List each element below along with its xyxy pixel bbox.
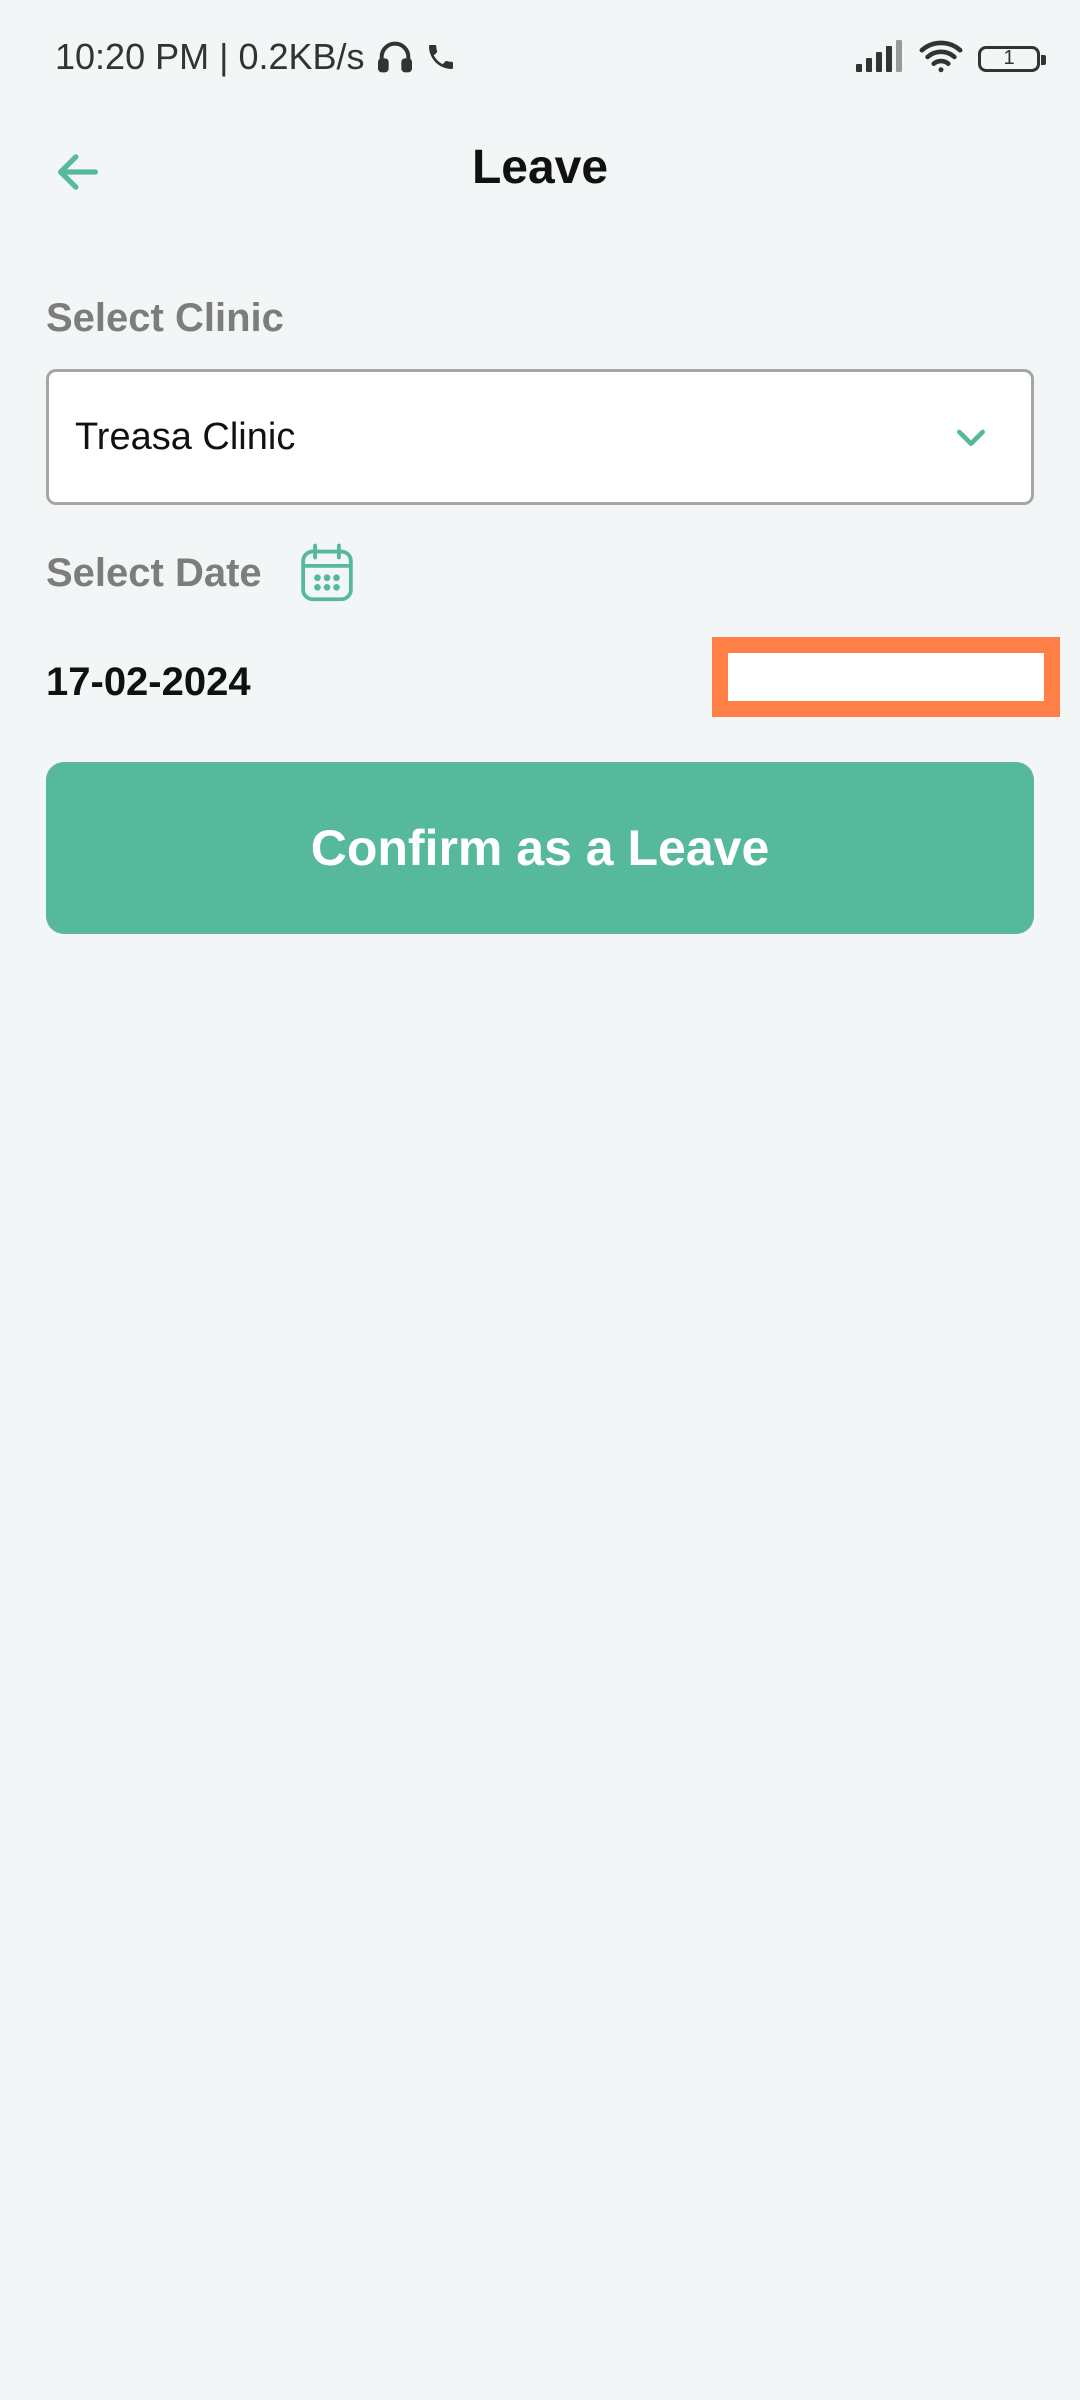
battery-icon: 1 xyxy=(978,45,1046,72)
headset-icon xyxy=(375,37,415,77)
clinic-selected-value: Treasa Clinic xyxy=(75,415,296,458)
status-time-speed: 10:20 PM | 0.2KB/s xyxy=(55,36,365,77)
status-bar: 10:20 PM | 0.2KB/s 1 xyxy=(0,0,1080,120)
select-clinic-label: Select Clinic xyxy=(46,296,284,340)
select-date-label: Select Date xyxy=(46,550,262,595)
clinic-dropdown[interactable]: Treasa Clinic xyxy=(46,369,1034,505)
chevron-down-icon xyxy=(957,429,985,446)
status-right: 1 xyxy=(856,38,1046,79)
highlight-box xyxy=(712,637,1060,717)
wifi-icon xyxy=(918,38,964,79)
phone-call-icon xyxy=(425,41,457,73)
status-left: 10:20 PM | 0.2KB/s xyxy=(55,36,457,78)
calendar-icon[interactable] xyxy=(298,542,356,604)
confirm-leave-button[interactable]: Confirm as a Leave xyxy=(46,762,1034,934)
app-bar: Leave xyxy=(0,120,1080,220)
selected-date-value: 17-02-2024 xyxy=(46,660,251,704)
page-title: Leave xyxy=(471,141,609,194)
battery-level: 1 xyxy=(1003,47,1015,69)
signal-icon xyxy=(856,40,904,77)
select-date-row: Select Date xyxy=(46,542,356,604)
